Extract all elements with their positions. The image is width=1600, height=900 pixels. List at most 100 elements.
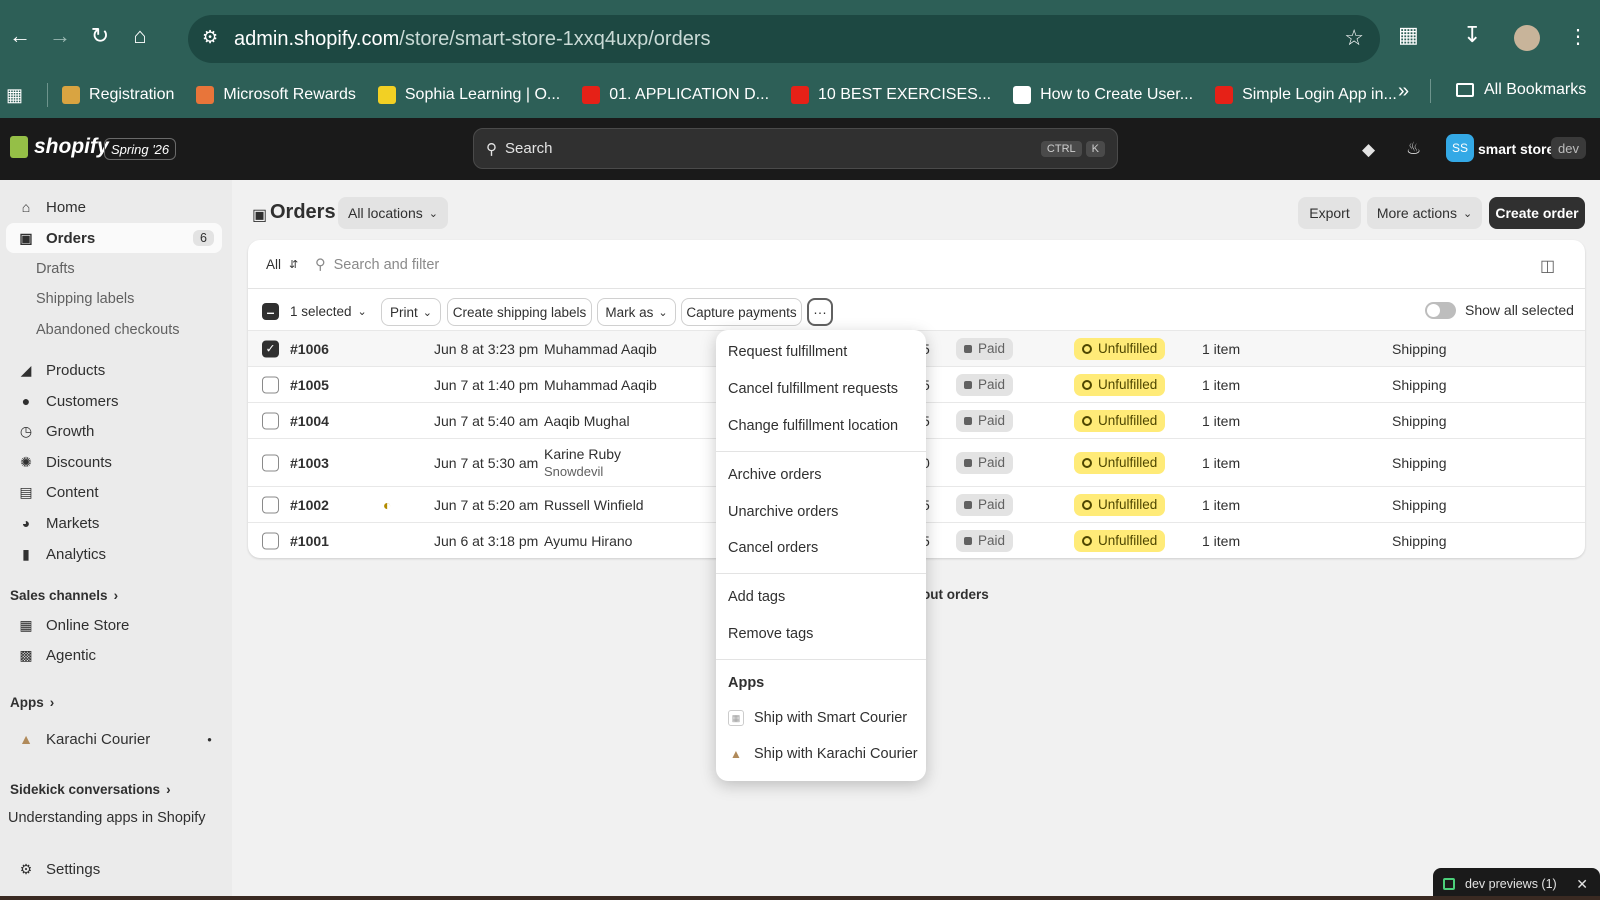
show-all-label: Show all selected xyxy=(1465,302,1574,318)
sidebar-item-shipping-labels[interactable]: Shipping labels xyxy=(36,291,134,307)
columns-icon[interactable]: ◫ xyxy=(1540,256,1555,276)
bookmark-4[interactable]: 10 BEST EXERCISES... xyxy=(791,86,991,104)
mark-as-button[interactable]: Mark as ⌄ xyxy=(597,298,676,326)
store-name[interactable]: smart store xyxy=(1478,141,1554,157)
bookmark-2[interactable]: Sophia Learning | O... xyxy=(377,86,560,104)
sidebar-item-discounts[interactable]: ✺ Discounts xyxy=(6,447,222,477)
bar-chart-icon: ▮ xyxy=(22,545,30,562)
more-actions-button[interactable]: More actions ⌄ xyxy=(1367,197,1482,229)
row-checkbox[interactable] xyxy=(262,496,279,513)
forward-icon[interactable]: → xyxy=(40,16,80,56)
select-all-checkbox[interactable]: – xyxy=(262,303,279,320)
row-checkbox[interactable] xyxy=(262,376,279,393)
menu-item-change-fulfillment-location[interactable]: Change fulfillment location xyxy=(728,418,898,434)
menu-item-request-fulfillment[interactable]: Request fulfillment xyxy=(728,344,847,360)
close-icon[interactable]: ✕ xyxy=(1576,876,1588,893)
dev-previews-label: dev previews (1) xyxy=(1465,877,1557,891)
sidebar-item-growth[interactable]: ◷ Growth xyxy=(6,416,222,446)
order-id[interactable]: #1006 xyxy=(290,341,329,357)
row-checkbox[interactable] xyxy=(262,412,279,429)
order-id[interactable]: #1002 xyxy=(290,497,329,513)
more-bulk-actions-button[interactable]: ··· xyxy=(807,298,833,326)
delivery-method: Shipping xyxy=(1392,532,1447,549)
menu-item-cancel-orders[interactable]: Cancel orders xyxy=(728,540,818,556)
karachi-courier-icon: ▲ xyxy=(19,731,33,747)
sidebar-item-customers[interactable]: ● Customers xyxy=(6,386,222,416)
sidekick-conversation-item[interactable]: Understanding apps in Shopify xyxy=(8,810,206,826)
sidebar-section-apps[interactable]: Apps › xyxy=(10,695,54,710)
menu-item-add-tags[interactable]: Add tags xyxy=(728,589,785,605)
apps-grid-icon[interactable]: ▦ xyxy=(6,85,23,106)
print-button[interactable]: Print ⌄ xyxy=(381,298,441,326)
sidebar-item-karachi-courier[interactable]: ▲ Karachi Courier ● xyxy=(6,724,222,754)
bookmark-0[interactable]: Registration xyxy=(62,86,174,104)
tab-all[interactable]: All ⇵ xyxy=(266,257,298,272)
sidebar-item-products[interactable]: ◢ Products xyxy=(6,355,222,385)
order-id[interactable]: #1003 xyxy=(290,455,329,471)
search-input[interactable]: ⚲ Search CTRL K xyxy=(473,128,1118,169)
sidebar-item-orders[interactable]: ▣ Orders 6 xyxy=(6,223,222,253)
more-bookmarks-icon[interactable]: » xyxy=(1398,80,1409,103)
discount-icon: ✺ xyxy=(20,453,32,470)
sidebar-item-agentic[interactable]: ▩ Agentic xyxy=(6,640,222,670)
bookmark-3[interactable]: 01. APPLICATION D... xyxy=(582,86,769,104)
bookmark-6[interactable]: Simple Login App in... xyxy=(1215,86,1397,104)
order-id[interactable]: #1001 xyxy=(290,533,329,549)
create-shipping-labels-button[interactable]: Create shipping labels xyxy=(447,298,592,326)
sidebar-item-content[interactable]: ▤ Content xyxy=(6,477,222,507)
address-bar[interactable]: ⚙ admin.shopify.com/store/smart-store-1x… xyxy=(188,15,1380,63)
menu-item-ship-smart-courier[interactable]: ▦ Ship with Smart Courier xyxy=(728,710,907,726)
all-locations-dropdown[interactable]: All locations ⌄ xyxy=(338,197,448,229)
sidekick-icon[interactable]: ◆ xyxy=(1362,140,1375,160)
profile-avatar[interactable] xyxy=(1514,25,1540,51)
sidebar-item-drafts[interactable]: Drafts xyxy=(36,261,75,277)
chevron-down-icon: ⌄ xyxy=(422,306,432,319)
create-order-button[interactable]: Create order xyxy=(1489,197,1585,229)
row-checkbox[interactable]: ✓ xyxy=(262,340,279,357)
reload-icon[interactable]: ↻ xyxy=(80,16,120,56)
menu-dots-icon[interactable]: ⋮ xyxy=(1568,24,1588,49)
show-all-toggle[interactable] xyxy=(1425,302,1456,319)
order-id[interactable]: #1004 xyxy=(290,413,329,429)
sidebar-section-sales-channels[interactable]: Sales channels › xyxy=(10,588,118,603)
shopify-logo[interactable]: shopify xyxy=(34,135,109,159)
sidebar-section-sidekick[interactable]: Sidekick conversations › xyxy=(10,782,171,797)
bell-icon[interactable]: ♨ xyxy=(1406,139,1421,159)
sidebar-item-home[interactable]: ⌂ Home xyxy=(6,192,222,222)
gear-icon: ⚙ xyxy=(19,860,33,877)
home-icon[interactable]: ⌂ xyxy=(120,16,160,56)
sort-updown-icon: ⇵ xyxy=(289,259,299,271)
edition-badge[interactable]: Spring '26 xyxy=(104,138,177,160)
row-checkbox[interactable] xyxy=(262,454,279,471)
capture-payments-button[interactable]: Capture payments xyxy=(681,298,802,326)
download-icon[interactable]: ↧ xyxy=(1463,22,1481,48)
menu-item-ship-karachi-courier[interactable]: ▲ Ship with Karachi Courier xyxy=(728,746,918,762)
back-icon[interactable]: ← xyxy=(0,16,40,56)
selected-count-dropdown[interactable]: 1 selected ⌄ xyxy=(290,304,367,319)
menu-item-remove-tags[interactable]: Remove tags xyxy=(728,626,813,642)
bookmark-5[interactable]: How to Create User... xyxy=(1013,86,1193,104)
row-checkbox[interactable] xyxy=(262,532,279,549)
menu-item-archive-orders[interactable]: Archive orders xyxy=(728,467,821,483)
sidebar-item-markets[interactable]: ◕ Markets xyxy=(6,508,222,538)
menu-item-cancel-fulfillment-requests[interactable]: Cancel fulfillment requests xyxy=(728,381,898,397)
order-date: Jun 7 at 5:20 am xyxy=(434,496,539,513)
sidebar-item-abandoned[interactable]: Abandoned checkouts xyxy=(36,322,180,338)
bulk-actions-menu: Request fulfillment Cancel fulfillment r… xyxy=(716,330,926,781)
fulfillment-status-badge: Unfulfilled xyxy=(1074,337,1166,360)
order-id[interactable]: #1005 xyxy=(290,377,329,393)
all-bookmarks[interactable]: All Bookmarks xyxy=(1456,81,1586,99)
extensions-icon[interactable]: ▦ xyxy=(1398,22,1419,48)
sidebar-item-settings[interactable]: ⚙ Settings xyxy=(6,854,222,884)
menu-item-unarchive-orders[interactable]: Unarchive orders xyxy=(728,504,838,520)
sidebar-item-online-store[interactable]: ▦ Online Store xyxy=(6,610,222,640)
site-info-icon[interactable]: ⚙ xyxy=(202,27,218,48)
export-button[interactable]: Export xyxy=(1298,197,1361,229)
order-items: 1 item xyxy=(1202,340,1241,357)
star-icon[interactable]: ☆ xyxy=(1344,25,1364,51)
store-avatar[interactable]: SS xyxy=(1446,134,1474,162)
sidebar-item-analytics[interactable]: ▮ Analytics xyxy=(6,539,222,569)
bookmark-1[interactable]: Microsoft Rewards xyxy=(196,86,356,104)
learn-more-link[interactable]: out orders xyxy=(922,587,989,602)
search-filter-input[interactable]: ⚲ Search and filter xyxy=(315,257,439,273)
